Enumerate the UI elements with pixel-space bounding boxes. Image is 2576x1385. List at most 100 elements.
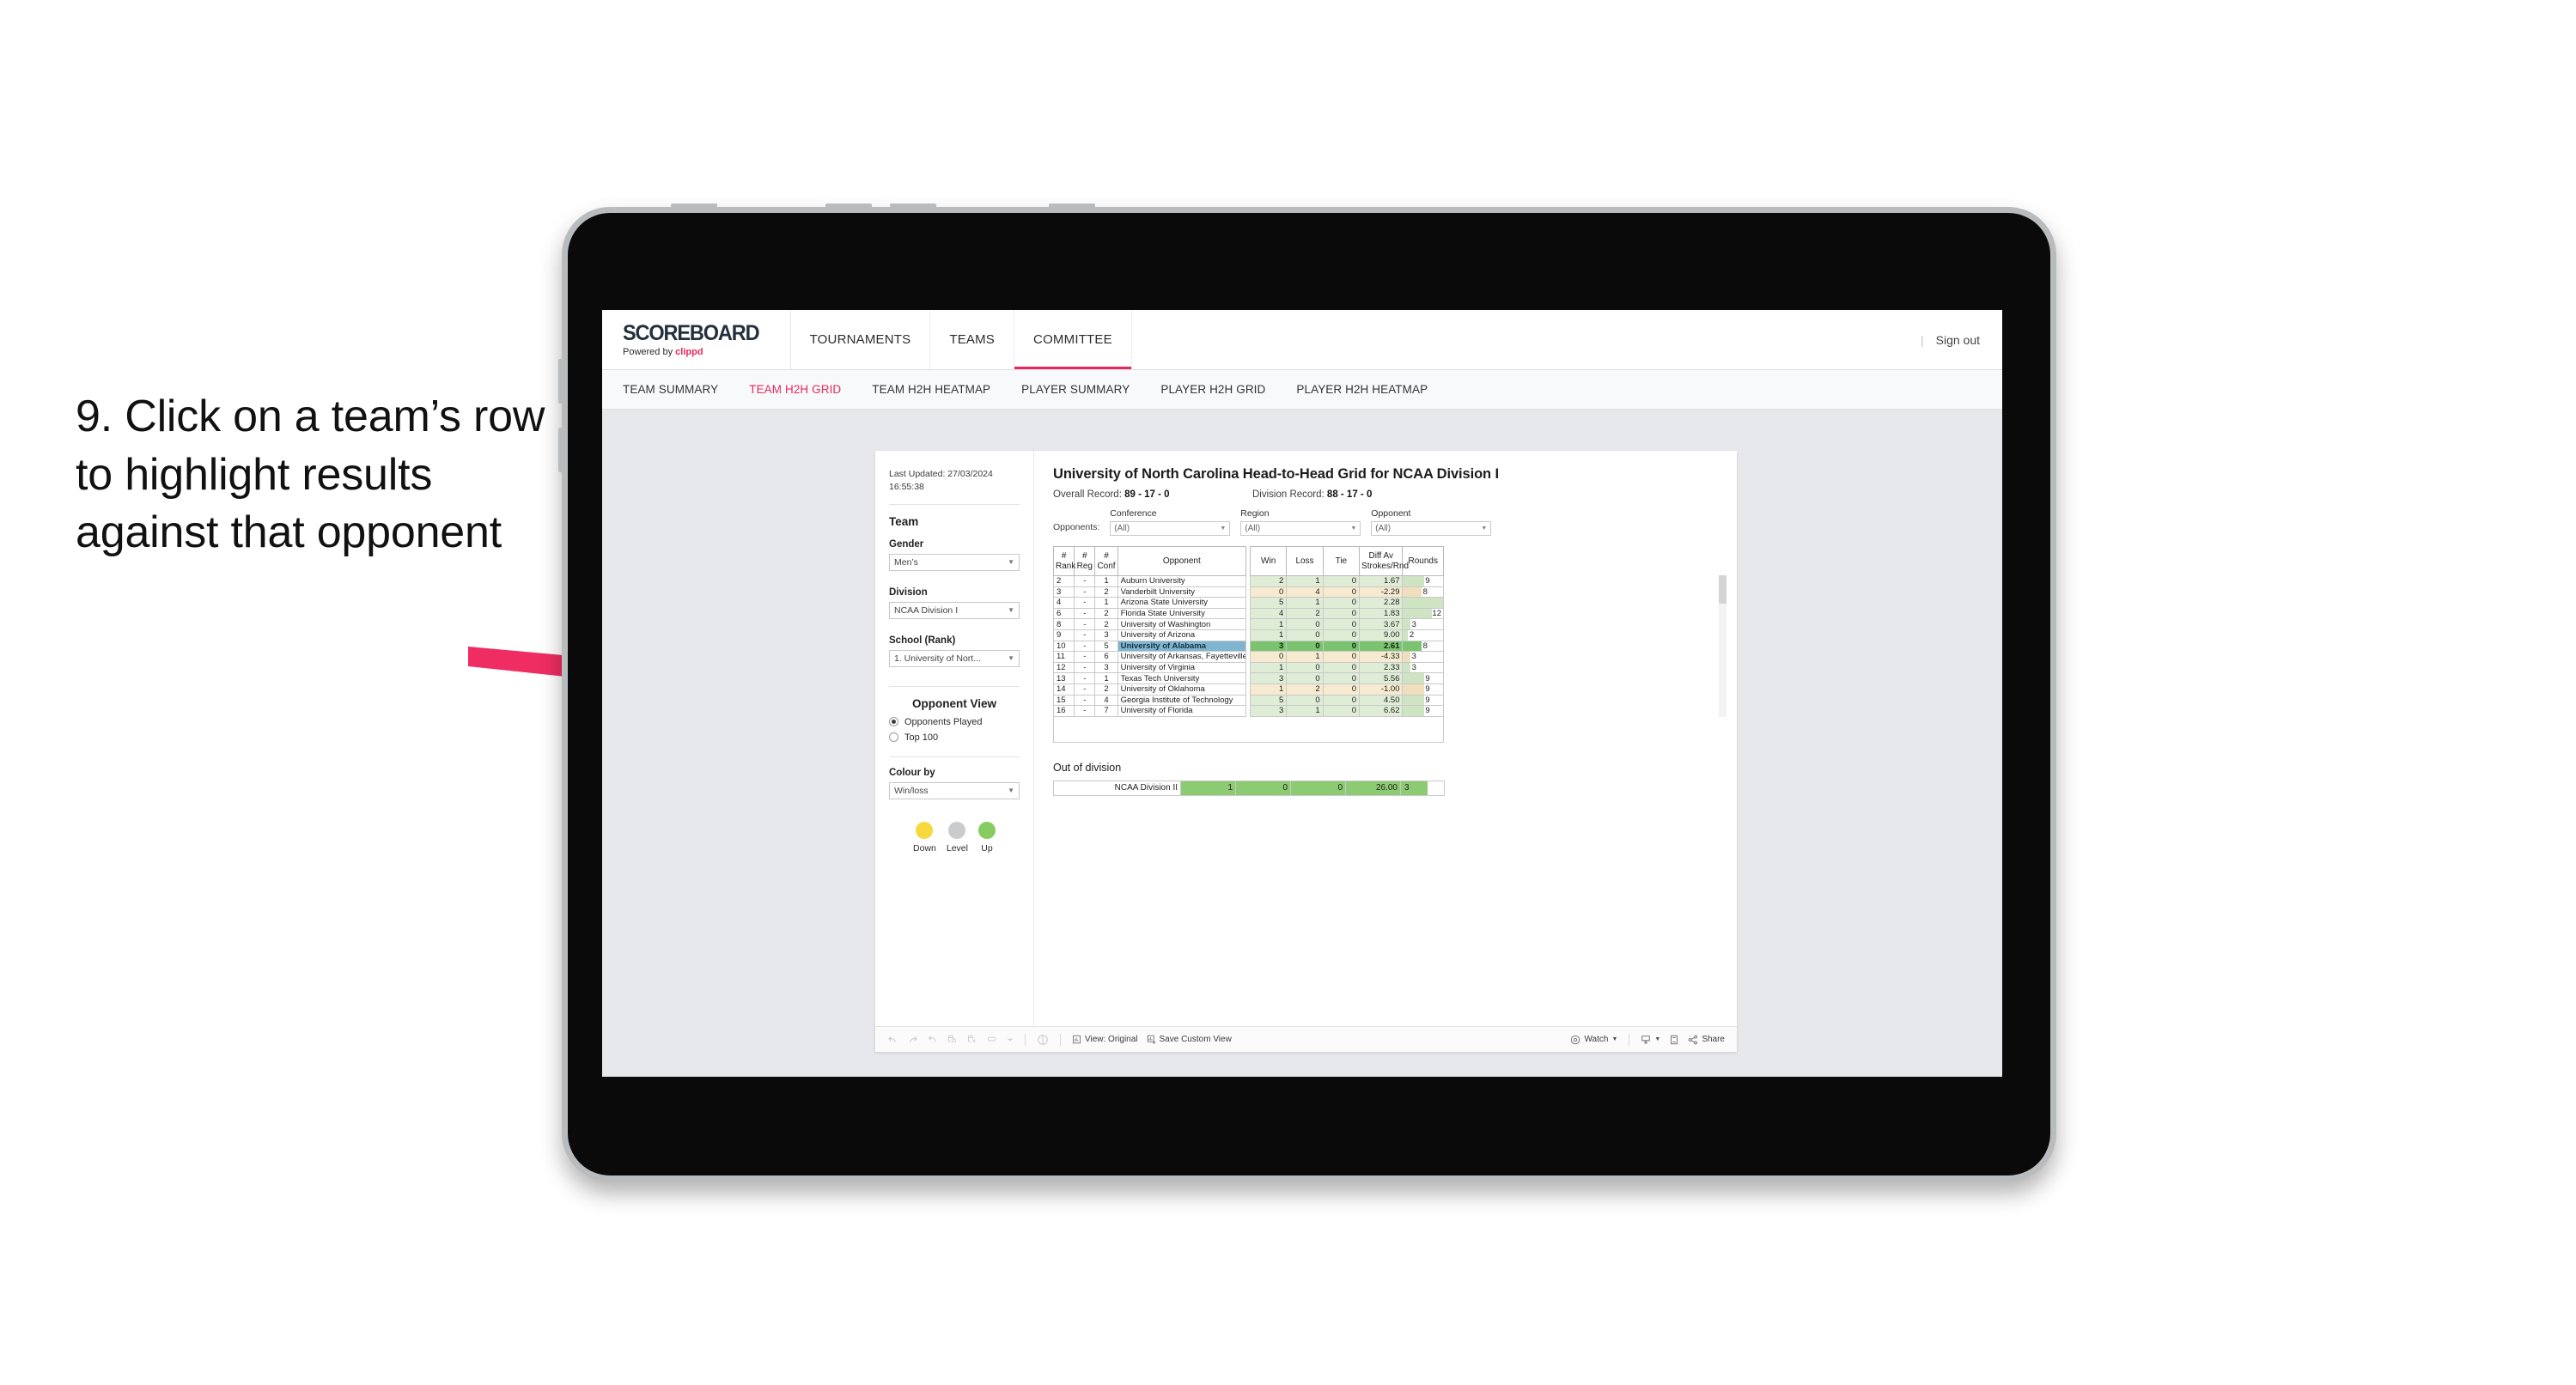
ood-tie: 0 — [1290, 780, 1346, 796]
cell-loss: 0 — [1286, 661, 1324, 674]
table-row[interactable]: 2-1 Auburn University 2 1 0 1.67 9 — [1052, 575, 1444, 587]
tab-player-h2h-heatmap[interactable]: PLAYER H2H HEATMAP — [1296, 383, 1428, 396]
chevron-down-icon: ▼ — [1611, 1036, 1618, 1042]
col-tie[interactable]: Tie — [1322, 546, 1361, 576]
rounds-value: 9 — [1425, 684, 1430, 695]
tab-team-h2h-heatmap[interactable]: TEAM H2H HEATMAP — [872, 383, 990, 396]
rounds-value: 3 — [1411, 619, 1416, 629]
col-diff-av-strokes[interactable]: Diff Av Strokes/Rnd — [1359, 546, 1409, 576]
filter-sidebar: Last Updated: 27/03/2024 16:55:38 Team G… — [875, 451, 1034, 1026]
col-reg[interactable]: # Reg — [1074, 546, 1096, 576]
cell-win: 1 — [1249, 618, 1288, 630]
table-row[interactable]: 4-1Arizona State University5102.2817 — [1052, 597, 1444, 609]
fullscreen-icon[interactable] — [1669, 1035, 1679, 1045]
cell-tie: 0 — [1322, 683, 1361, 696]
col-rank[interactable]: # Rank — [1052, 546, 1075, 576]
watch-button[interactable]: Watch ▼ — [1570, 1035, 1617, 1045]
tab-player-summary[interactable]: PLAYER SUMMARY — [1021, 383, 1130, 396]
cell-rounds: 9 — [1402, 694, 1444, 707]
dashboard-panel: Last Updated: 27/03/2024 16:55:38 Team G… — [875, 451, 1737, 1052]
division-select[interactable]: NCAA Division I ▼ — [889, 601, 1020, 619]
cell-reg: - — [1074, 629, 1096, 641]
overall-record-label: Overall Record: — [1053, 489, 1125, 500]
tab-team-summary[interactable]: TEAM SUMMARY — [623, 383, 718, 396]
cell-rounds: 3 — [1402, 618, 1444, 630]
cell-loss: 2 — [1286, 683, 1324, 696]
table-row[interactable]: 14-2 University of Oklahoma 1 2 0 -1.00 9 — [1052, 683, 1444, 696]
conference-filter-select[interactable]: (All) ▼ — [1110, 521, 1231, 536]
table-row[interactable]: 6-2 Florida State University 4 2 0 1.83 12 — [1052, 607, 1444, 620]
cell-diff: 2.33 — [1359, 661, 1404, 674]
nav-teams[interactable]: TEAMS — [930, 310, 1015, 369]
table-row[interactable]: 15-4 Georgia Institute of Technology 5 0 0 4.… — [1052, 694, 1444, 707]
colour-by-select[interactable]: Win/loss ▼ — [889, 781, 1020, 799]
tab-player-h2h-grid[interactable]: PLAYER H2H GRID — [1160, 383, 1265, 396]
loop-icon[interactable] — [986, 1034, 998, 1045]
grid-vertical-scrollbar[interactable] — [1719, 575, 1726, 717]
brand-logo[interactable]: SCOREBOARD Powered by clippd — [602, 310, 791, 369]
cell-loss: 1 — [1286, 651, 1324, 663]
save-custom-view-button[interactable]: Save Custom View — [1147, 1035, 1232, 1044]
revert-icon[interactable] — [927, 1034, 938, 1045]
share-button[interactable]: Share — [1688, 1035, 1725, 1045]
grid-scrollbar-thumb[interactable] — [1719, 575, 1726, 604]
h2h-header-row: # Rank # Reg # Conf Opponent Win Loss Tie — [1052, 546, 1444, 576]
opponent-filter-select[interactable]: (All) ▼ — [1371, 521, 1492, 536]
col-opponent[interactable]: Opponent — [1117, 546, 1246, 576]
side-button-two — [558, 428, 565, 472]
tab-team-h2h-grid[interactable]: TEAM H2H GRID — [749, 383, 841, 396]
out-of-division-row[interactable]: NCAA Division II 1 0 0 26.00 3 — [1053, 780, 1445, 796]
cell-opponent: University of Oklahoma — [1117, 683, 1246, 696]
pause-auto-update-icon[interactable] — [1037, 1034, 1049, 1046]
col-rounds[interactable]: Rounds — [1402, 546, 1444, 576]
gender-value: Men’s — [894, 556, 918, 568]
pause-data-icon[interactable] — [966, 1034, 977, 1045]
school-rank-select[interactable]: 1. University of Nort... ▼ — [889, 649, 1020, 667]
legend-level: Level — [947, 821, 968, 853]
nav-tournaments[interactable]: TOURNAMENTS — [791, 310, 931, 369]
undo-icon[interactable] — [887, 1034, 898, 1045]
ood-rounds: 3 — [1404, 783, 1410, 793]
cell-rounds: 17 — [1402, 597, 1444, 609]
col-diff-l2: Strokes/Rnd — [1361, 561, 1410, 571]
redo-icon[interactable] — [907, 1034, 918, 1045]
h2h-grid-wrapper: # Rank # Reg # Conf Opponent Win Loss Tie — [1052, 546, 1726, 743]
col-win[interactable]: Win — [1249, 546, 1288, 576]
cell-tie: 0 — [1322, 651, 1361, 663]
cell-reg: - — [1074, 683, 1096, 696]
sidebar-divider-3 — [889, 756, 1020, 757]
table-row[interactable]: 11-6 University of Arkansas, Fayetteville… — [1052, 651, 1444, 663]
download-button[interactable]: ▼ — [1641, 1035, 1660, 1045]
volume-down-button — [890, 203, 936, 210]
division-record-value: 88 - 17 - 0 — [1326, 489, 1373, 500]
table-row[interactable]: 10-5 University of Alabama 3 0 0 2.61 8 — [1052, 640, 1444, 653]
chevron-down-icon[interactable] — [1007, 1036, 1014, 1043]
table-row[interactable]: 16-7 University of Florida 3 1 0 6.62 9 — [1052, 705, 1444, 717]
rounds-value: 9 — [1425, 706, 1430, 716]
sign-out-link[interactable]: Sign out — [1936, 333, 1980, 347]
table-row[interactable]: 12-3 University of Virginia 1 0 0 2.33 3 — [1052, 661, 1444, 674]
table-row[interactable]: 3-2 Vanderbilt University 0 4 0 -2.29 8 — [1052, 586, 1444, 598]
division-record-label: Division Record: — [1252, 489, 1327, 500]
gender-select[interactable]: Men’s ▼ — [889, 553, 1020, 571]
refresh-data-icon[interactable] — [947, 1034, 958, 1045]
nav-committee[interactable]: COMMITTEE — [1014, 310, 1132, 369]
cell-loss: 0 — [1286, 629, 1324, 641]
cell-conf: 7 — [1094, 705, 1118, 717]
col-loss[interactable]: Loss — [1286, 546, 1324, 576]
cell-loss: 2 — [1286, 607, 1324, 620]
col-conf[interactable]: # Conf — [1094, 546, 1118, 576]
col-conf-l1: # — [1104, 551, 1109, 561]
table-row[interactable]: 8-2 University of Washington 1 0 0 3.67 3 — [1052, 618, 1444, 630]
dashboard-body: Last Updated: 27/03/2024 16:55:38 Team G… — [875, 451, 1737, 1026]
table-row[interactable]: 13-1 Texas Tech University 3 0 0 5.56 9 — [1052, 672, 1444, 684]
cell-win: 3 — [1249, 640, 1288, 653]
radio-top-100[interactable]: Top 100 — [889, 732, 1020, 743]
table-row[interactable]: 9-3 University of Arizona 1 0 0 9.00 2 — [1052, 629, 1444, 641]
radio-opponents-played[interactable]: Opponents Played — [889, 717, 1020, 727]
region-filter-select[interactable]: (All) ▼ — [1240, 521, 1361, 536]
legend-level-swatch — [948, 821, 966, 839]
radio-on-icon — [889, 717, 898, 727]
view-original-button[interactable]: View: Original — [1072, 1035, 1138, 1044]
h2h-grid-body: 2-1 Auburn University 2 1 0 1.67 9 3-2 Vanderbil… — [1052, 575, 1444, 717]
